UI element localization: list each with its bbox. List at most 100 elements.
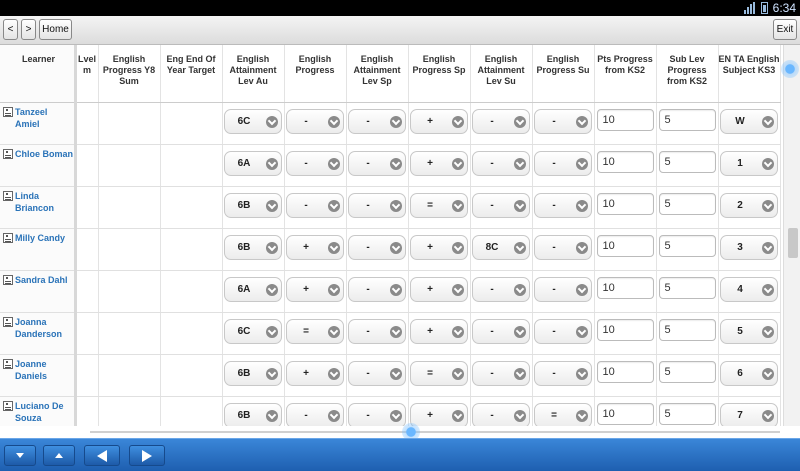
grade-select[interactable]: - <box>348 150 406 176</box>
grade-select[interactable]: - <box>534 276 592 302</box>
learner-profile-icon[interactable] <box>3 232 13 243</box>
learner-profile-icon[interactable] <box>3 274 13 285</box>
ta-subject-select[interactable]: 2 <box>720 192 778 218</box>
grade-select[interactable]: - <box>348 234 406 260</box>
grade-select[interactable]: = <box>410 360 468 386</box>
grade-select[interactable]: + <box>410 108 468 134</box>
learner-name-link[interactable]: Milly Candy <box>15 232 65 244</box>
grade-select[interactable]: + <box>286 360 344 386</box>
column-header[interactable]: Lvel m <box>75 45 99 103</box>
learner-name-link[interactable]: Sandra Dahl <box>15 274 68 286</box>
grade-select[interactable]: - <box>286 192 344 218</box>
learner-name-link[interactable]: Tanzeel Amiel <box>15 106 74 130</box>
back-button[interactable]: < <box>3 19 18 40</box>
learner-name-link[interactable]: Joanna Danderson <box>15 316 74 340</box>
learner-name-link[interactable]: Chloe Boman <box>15 148 73 160</box>
grade-select[interactable]: - <box>348 402 406 426</box>
learner-profile-icon[interactable] <box>3 190 13 201</box>
sub-level-progress-input[interactable]: 5 <box>658 360 716 383</box>
column-header[interactable]: English Attainment Lev Su <box>470 45 533 103</box>
sub-level-progress-input[interactable]: 5 <box>658 276 716 299</box>
column-header[interactable]: English Attainment Lev Sp <box>346 45 409 103</box>
grade-select[interactable]: 6C <box>224 318 282 344</box>
ta-subject-select[interactable]: 1 <box>720 150 778 176</box>
pts-progress-input[interactable]: 10 <box>596 150 654 173</box>
column-header[interactable]: English Progress Su <box>532 45 595 103</box>
grade-select[interactable]: - <box>472 276 530 302</box>
column-header-learner[interactable]: Learner <box>0 45 77 103</box>
previous-page-button[interactable] <box>84 445 120 466</box>
column-header[interactable]: English Progress <box>284 45 347 103</box>
learner-profile-icon[interactable] <box>3 148 13 159</box>
forward-button[interactable]: > <box>21 19 36 40</box>
grade-select[interactable]: - <box>534 318 592 344</box>
grade-select[interactable]: + <box>410 318 468 344</box>
ta-subject-select[interactable]: 4 <box>720 276 778 302</box>
column-header[interactable]: EN TA English Subject KS3 <box>718 45 781 103</box>
grade-select[interactable]: - <box>348 318 406 344</box>
vertical-scrollbar[interactable] <box>783 45 800 426</box>
learner-profile-icon[interactable] <box>3 106 13 117</box>
grade-select[interactable]: + <box>410 234 468 260</box>
ta-subject-select[interactable]: 5 <box>720 318 778 344</box>
column-header[interactable]: English Progress Sp <box>408 45 471 103</box>
pts-progress-input[interactable]: 10 <box>596 108 654 131</box>
learner-profile-icon[interactable] <box>3 316 13 327</box>
pts-progress-input[interactable]: 10 <box>596 360 654 383</box>
pts-progress-input[interactable]: 10 <box>596 276 654 299</box>
grade-select[interactable]: - <box>472 318 530 344</box>
grade-select[interactable]: + <box>410 402 468 426</box>
learner-name-link[interactable]: Joanne Daniels <box>15 358 74 382</box>
sub-level-progress-input[interactable]: 5 <box>658 318 716 341</box>
grade-select[interactable]: - <box>348 276 406 302</box>
exit-button[interactable]: Exit <box>773 19 797 40</box>
grade-select[interactable]: 6B <box>224 402 282 426</box>
grade-select[interactable]: 6A <box>224 150 282 176</box>
grade-select[interactable]: 6A <box>224 276 282 302</box>
sub-level-progress-input[interactable]: 5 <box>658 234 716 257</box>
grade-select[interactable]: - <box>348 192 406 218</box>
scroll-up-button[interactable] <box>43 445 75 466</box>
grade-select[interactable]: - <box>472 402 530 426</box>
sub-level-progress-input[interactable]: 5 <box>658 192 716 215</box>
learner-profile-icon[interactable] <box>3 400 13 411</box>
grade-select[interactable]: - <box>286 108 344 134</box>
grade-select[interactable]: = <box>410 192 468 218</box>
grade-select[interactable]: - <box>534 234 592 260</box>
grade-select[interactable]: - <box>534 150 592 176</box>
grade-select[interactable]: 6B <box>224 234 282 260</box>
grade-select[interactable]: - <box>472 360 530 386</box>
home-button[interactable]: Home <box>39 19 72 40</box>
pts-progress-input[interactable]: 10 <box>596 402 654 425</box>
grade-select[interactable]: - <box>472 192 530 218</box>
grade-select[interactable]: = <box>286 318 344 344</box>
grade-select[interactable]: - <box>348 108 406 134</box>
column-header[interactable]: Sub Lev Progress from KS2 <box>656 45 719 103</box>
next-page-button[interactable] <box>129 445 165 466</box>
pts-progress-input[interactable]: 10 <box>596 318 654 341</box>
pts-progress-input[interactable]: 10 <box>596 192 654 215</box>
learner-profile-icon[interactable] <box>3 358 13 369</box>
grade-select[interactable]: + <box>410 150 468 176</box>
sub-level-progress-input[interactable]: 5 <box>658 108 716 131</box>
grade-select[interactable]: - <box>286 402 344 426</box>
grade-select[interactable]: 8C <box>472 234 530 260</box>
scroll-handle-icon[interactable] <box>781 60 799 78</box>
learner-name-link[interactable]: Luciano De Souza <box>15 400 74 424</box>
sub-level-progress-input[interactable]: 5 <box>658 150 716 173</box>
grade-select[interactable]: = <box>534 402 592 426</box>
grade-select[interactable]: - <box>534 192 592 218</box>
column-header[interactable]: Eng End Of Year Target <box>160 45 223 103</box>
grade-select[interactable]: + <box>286 234 344 260</box>
ta-subject-select[interactable]: 3 <box>720 234 778 260</box>
grade-select[interactable]: - <box>534 360 592 386</box>
grade-select[interactable]: + <box>286 276 344 302</box>
grade-select[interactable]: - <box>472 150 530 176</box>
horizontal-scrollbar[interactable] <box>90 431 780 433</box>
learner-name-link[interactable]: Linda Briancon <box>15 190 74 214</box>
column-header[interactable]: Pts Progress from KS2 <box>594 45 657 103</box>
grade-select[interactable]: - <box>286 150 344 176</box>
grade-select[interactable]: - <box>348 360 406 386</box>
vertical-scroll-thumb[interactable] <box>788 228 798 258</box>
grade-select[interactable]: 6B <box>224 192 282 218</box>
